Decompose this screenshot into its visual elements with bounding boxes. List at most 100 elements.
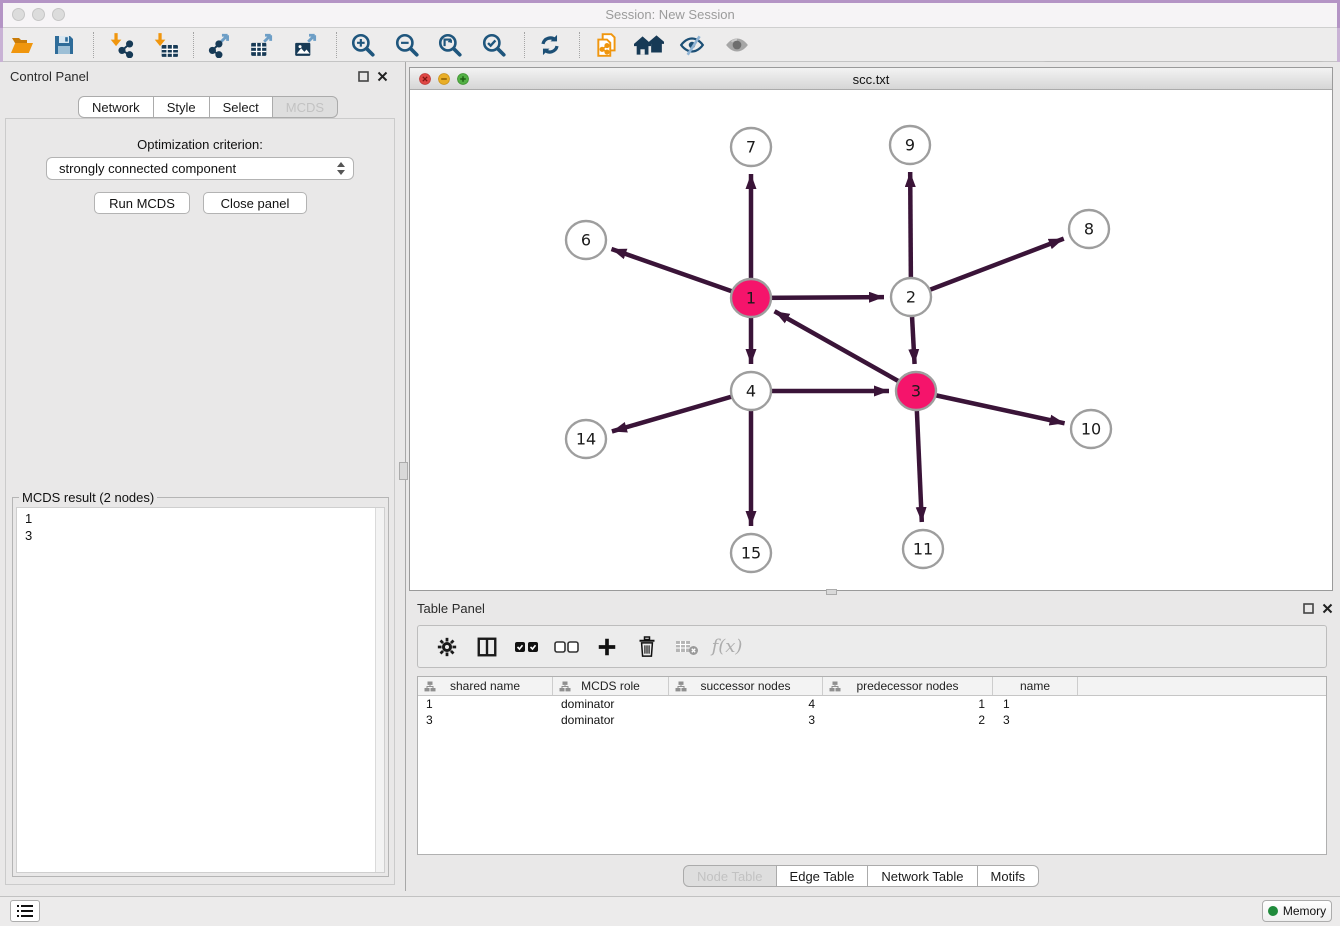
- svg-text:9: 9: [905, 136, 915, 155]
- open-session-icon[interactable]: [5, 31, 39, 59]
- deselect-all-icon[interactable]: [554, 632, 580, 662]
- edge-4-14[interactable]: [612, 391, 751, 431]
- cell-predecessor-nodes[interactable]: 2: [823, 712, 993, 728]
- graph-node-7[interactable]: 7: [731, 128, 771, 166]
- zoom-out-icon[interactable]: [390, 31, 424, 59]
- refresh-icon[interactable]: [533, 31, 567, 59]
- control-panel-tabs: Network Style Select MCDS: [78, 96, 338, 118]
- graph-node-8[interactable]: 8: [1069, 210, 1109, 248]
- home-icon[interactable]: [632, 31, 666, 59]
- add-column-icon[interactable]: [594, 632, 620, 662]
- svg-text:6: 6: [581, 231, 591, 250]
- svg-text:8: 8: [1084, 220, 1094, 239]
- memory-button[interactable]: Memory: [1262, 900, 1332, 922]
- import-network-icon[interactable]: [105, 31, 139, 59]
- toolbar-separator: [579, 32, 580, 58]
- graph-node-14[interactable]: 14: [566, 420, 606, 458]
- graph-node-1[interactable]: 1: [731, 279, 771, 317]
- columns-icon[interactable]: [474, 632, 500, 662]
- svg-text:7: 7: [746, 138, 756, 157]
- tab-mcds[interactable]: MCDS: [273, 96, 338, 118]
- tab-node-table[interactable]: Node Table: [683, 865, 777, 887]
- table-row[interactable]: 1 dominator 4 1 1: [418, 696, 1326, 712]
- graph-node-15[interactable]: 15: [731, 534, 771, 572]
- tab-style[interactable]: Style: [154, 96, 210, 118]
- float-table-panel-icon[interactable]: [1303, 603, 1314, 614]
- criterion-dropdown[interactable]: strongly connected component: [46, 157, 354, 180]
- cell-name[interactable]: 1: [993, 696, 1078, 712]
- column-header-predecessor-nodes[interactable]: predecessor nodes: [823, 677, 993, 695]
- result-scrollbar[interactable]: [375, 508, 384, 872]
- export-network-icon[interactable]: [203, 31, 237, 59]
- network-canvas[interactable]: 7 9 6 8 1 2 4 3 14 10 15 11: [410, 90, 1332, 590]
- table-tabs: Node Table Edge Table Network Table Moti…: [683, 865, 1039, 887]
- edge-2-8[interactable]: [911, 239, 1064, 297]
- horizontal-splitter-handle[interactable]: [826, 589, 837, 595]
- edge-3-1[interactable]: [775, 311, 916, 391]
- memory-status-icon: [1268, 906, 1278, 916]
- tab-motifs[interactable]: Motifs: [978, 865, 1040, 887]
- graph-node-9[interactable]: 9: [890, 126, 930, 164]
- control-panel-title: Control Panel: [10, 69, 89, 84]
- toolbar-separator: [336, 32, 337, 58]
- save-session-icon[interactable]: [47, 31, 81, 59]
- graph-node-4[interactable]: 4: [731, 372, 771, 410]
- mcds-result-list[interactable]: 1 3: [16, 507, 385, 873]
- hide-details-icon[interactable]: [675, 31, 709, 59]
- attribute-icon: [424, 681, 436, 692]
- graph-node-11[interactable]: 11: [903, 530, 943, 568]
- gear-icon[interactable]: [434, 632, 460, 662]
- table-row[interactable]: 3 dominator 3 2 3: [418, 712, 1326, 728]
- graph-node-6[interactable]: 6: [566, 221, 606, 259]
- tab-network[interactable]: Network: [78, 96, 154, 118]
- svg-text:14: 14: [576, 430, 596, 449]
- table-toolbar: f(x): [417, 625, 1327, 668]
- export-table-icon[interactable]: [245, 31, 279, 59]
- mcds-result-values: 1 3: [17, 508, 384, 544]
- svg-text:10: 10: [1081, 420, 1101, 439]
- network-window-titlebar[interactable]: scc.txt: [410, 68, 1332, 90]
- cell-predecessor-nodes[interactable]: 1: [823, 696, 993, 712]
- column-header-mcds-role[interactable]: MCDS role: [553, 677, 669, 695]
- optimization-criterion-label: Optimization criterion:: [0, 137, 400, 152]
- edge-1-6[interactable]: [611, 249, 751, 298]
- graph-node-10[interactable]: 10: [1071, 410, 1111, 448]
- export-image-icon[interactable]: [289, 31, 323, 59]
- close-panel-icon[interactable]: [377, 71, 388, 82]
- run-mcds-button[interactable]: Run MCDS: [94, 192, 190, 214]
- duplicate-network-icon[interactable]: [590, 31, 624, 59]
- zoom-in-icon[interactable]: [346, 31, 380, 59]
- zoom-selected-icon[interactable]: [477, 31, 511, 59]
- cell-name[interactable]: 3: [993, 712, 1078, 728]
- import-table-icon[interactable]: [149, 31, 183, 59]
- delete-column-icon[interactable]: [634, 632, 660, 662]
- session-title: Session: New Session: [0, 7, 1340, 22]
- cell-mcds-role[interactable]: dominator: [553, 712, 669, 728]
- graph-node-3[interactable]: 3: [896, 372, 936, 410]
- task-history-button[interactable]: [10, 900, 40, 922]
- window-left-edge: [0, 28, 3, 62]
- network-view-window: scc.txt 7 9 6 8 1 2 4 3 14 10 15 11: [409, 67, 1333, 591]
- tab-network-table[interactable]: Network Table: [868, 865, 977, 887]
- column-header-shared-name[interactable]: shared name: [418, 677, 553, 695]
- cell-successor-nodes[interactable]: 4: [669, 696, 823, 712]
- column-header-name[interactable]: name: [993, 677, 1078, 695]
- close-table-panel-icon[interactable]: [1322, 603, 1333, 614]
- column-header-successor-nodes[interactable]: successor nodes: [669, 677, 823, 695]
- workspace: Control Panel Network Style Select MCDS …: [0, 62, 1340, 896]
- vertical-splitter-handle[interactable]: [399, 462, 408, 480]
- edge-3-10[interactable]: [916, 391, 1065, 423]
- toolbar-separator: [524, 32, 525, 58]
- cell-mcds-role[interactable]: dominator: [553, 696, 669, 712]
- zoom-fit-icon[interactable]: [433, 31, 467, 59]
- cell-shared-name[interactable]: 1: [418, 696, 553, 712]
- tab-select[interactable]: Select: [210, 96, 273, 118]
- select-all-icon[interactable]: [514, 632, 540, 662]
- cell-successor-nodes[interactable]: 3: [669, 712, 823, 728]
- close-panel-button[interactable]: Close panel: [203, 192, 307, 214]
- preview-icon[interactable]: [720, 31, 754, 59]
- float-panel-icon[interactable]: [358, 71, 369, 82]
- cell-shared-name[interactable]: 3: [418, 712, 553, 728]
- graph-node-2[interactable]: 2: [891, 278, 931, 316]
- tab-edge-table[interactable]: Edge Table: [777, 865, 869, 887]
